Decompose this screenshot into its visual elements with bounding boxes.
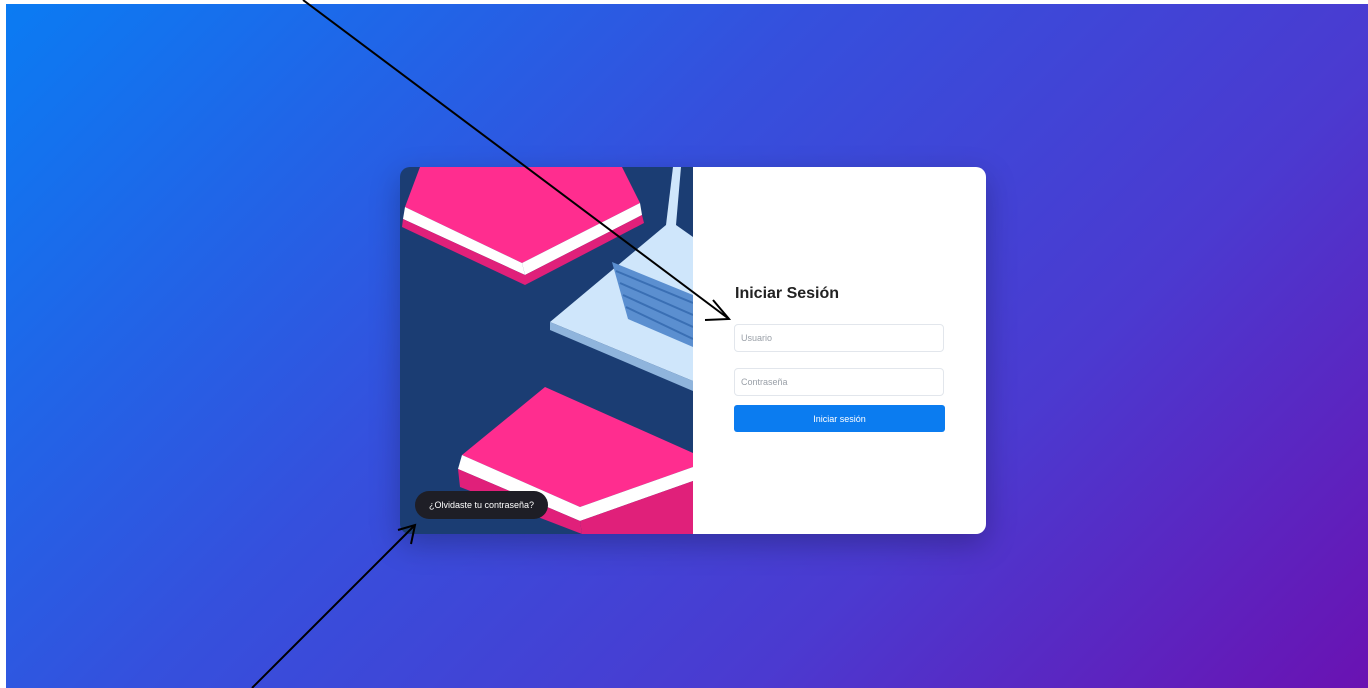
annotation-arrows (251, 0, 732, 688)
arrow-icon (251, 523, 417, 688)
arrow-icon (302, 0, 732, 321)
